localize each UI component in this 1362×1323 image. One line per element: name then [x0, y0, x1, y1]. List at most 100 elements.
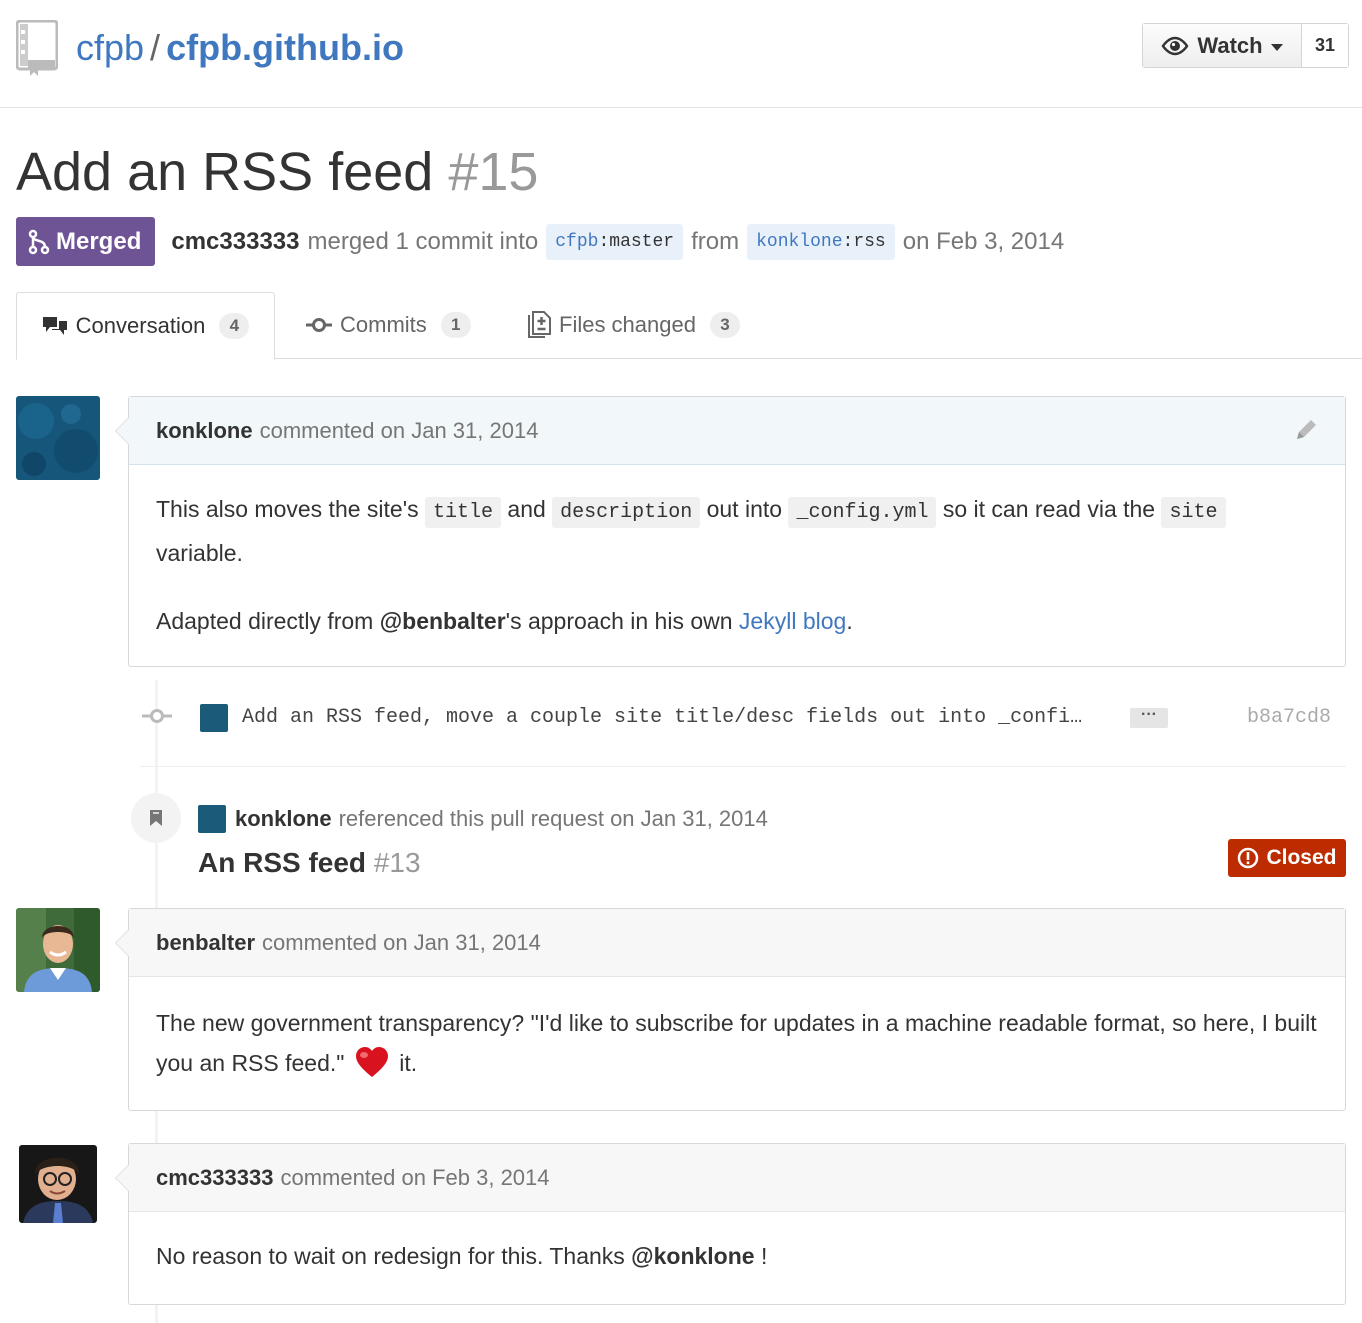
reference-action: referenced this pull request on Jan 31, … [338, 806, 768, 831]
heart-icon [355, 1046, 389, 1092]
git-commit-icon [306, 318, 332, 332]
comment-discussion-icon [42, 317, 67, 335]
repo-name-link[interactable]: cfpb.github.io [166, 27, 404, 68]
repo-title: cfpb / cfpb.github.io [76, 26, 404, 70]
tab-conversation-count: 4 [219, 313, 250, 339]
comment-paragraph: No reason to wait on redesign for this. … [156, 1236, 1318, 1276]
comment-paragraph: Adapted directly from @benbalter's appro… [156, 601, 1318, 641]
pr-title-text: Add an RSS feed [16, 142, 434, 202]
reference-event: konklone referenced this pull request on… [198, 805, 768, 833]
user-mention[interactable]: @konklone [631, 1243, 754, 1269]
text: No reason to wait on redesign for this. … [156, 1243, 625, 1269]
commit-expand-button[interactable]: ··· [1130, 707, 1168, 728]
chevron-down-icon [1270, 43, 1283, 51]
text: so it can read via the [942, 496, 1156, 522]
commit-message[interactable]: Add an RSS feed, move a couple site titl… [242, 704, 1128, 732]
text: The new government transparency? "I'd li… [156, 1010, 1317, 1076]
file-diff-icon [528, 311, 551, 338]
merged-by-link[interactable]: cmc333333 [171, 228, 299, 256]
watch-button[interactable]: Watch [1143, 24, 1302, 67]
repo-icon [15, 19, 59, 81]
comment-action: commented on Feb 3, 2014 [280, 1164, 550, 1190]
tab-files-changed[interactable]: Files changed 3 [527, 292, 740, 358]
repo-separator: / [150, 27, 161, 68]
avatar[interactable] [16, 396, 100, 480]
repo-owner-link[interactable]: cfpb [76, 27, 144, 68]
text: it. [399, 1050, 418, 1076]
text: . [846, 608, 853, 634]
avatar[interactable] [19, 1145, 97, 1223]
merged-label: Merged [56, 227, 142, 255]
referenced-issue-title: An RSS feed [198, 847, 367, 878]
text: variable. [156, 540, 243, 566]
git-commit-icon [142, 708, 172, 729]
comment-cmc333333: cmc333333 commented on Feb 3, 2014 No re… [115, 1143, 1346, 1305]
comment-header: benbalter commented on Jan 31, 2014 [115, 909, 1345, 977]
comment-action: commented on Jan 31, 2014 [262, 929, 541, 955]
comment-arrow [115, 417, 129, 445]
tab-files-count: 3 [709, 312, 740, 338]
code-title: title [425, 497, 502, 528]
comment-arrow [115, 929, 129, 957]
issue-closed-icon [1238, 847, 1259, 869]
eye-icon [1161, 36, 1189, 55]
text: and [507, 496, 546, 522]
from-text: from [691, 227, 740, 255]
code-description: description [552, 497, 701, 528]
watch-label: Watch [1197, 32, 1263, 58]
comment-paragraph: The new government transparency? "I'd li… [156, 1003, 1318, 1092]
git-merge-icon [28, 229, 50, 254]
user-mention[interactable]: @benbalter [380, 608, 506, 634]
jekyll-blog-link[interactable]: Jekyll blog [739, 608, 846, 634]
head-branch[interactable]: konklone:rss [747, 223, 895, 260]
comment-arrow [115, 1164, 129, 1192]
merged-state-badge: Merged [16, 217, 156, 266]
text: Adapted directly from [156, 608, 374, 634]
comment-header: konklone commented on Jan 31, 2014 [115, 397, 1345, 465]
bookmark-icon [131, 793, 181, 843]
watch-count[interactable]: 31 [1302, 24, 1348, 67]
pencil-icon[interactable] [1293, 417, 1319, 449]
tab-commits[interactable]: Commits 1 [306, 292, 471, 358]
commit-sha[interactable]: b8a7cd8 [1247, 704, 1331, 732]
comment-author[interactable]: konklone [156, 418, 253, 444]
tab-commits-count: 1 [440, 312, 471, 338]
referenced-issue-link[interactable]: An RSS feed #13 [198, 845, 421, 881]
comment-paragraph: This also moves the site's title and des… [156, 489, 1318, 573]
comment-header: cmc333333 commented on Feb 3, 2014 [115, 1144, 1345, 1212]
reference-author-avatar[interactable] [198, 805, 226, 833]
pr-meta: Merged cmc333333 merged 1 commit into cf… [16, 217, 1064, 266]
commit-author-avatar[interactable] [200, 704, 228, 732]
text: This also moves the site's [156, 496, 419, 522]
pr-title: Add an RSS feed #15 [16, 140, 538, 204]
tab-commits-label: Commits [340, 312, 427, 337]
repo-header: cfpb / cfpb.github.io Watch 31 [0, 0, 1362, 108]
base-branch-name: :master [598, 231, 675, 252]
tab-conversation-label: Conversation [75, 313, 206, 338]
merge-date: on Feb 3, 2014 [902, 227, 1065, 255]
text: out into [706, 496, 783, 522]
code-site: site [1161, 497, 1226, 528]
referenced-issue-number: #13 [373, 847, 421, 878]
comment-body: This also moves the site's title and des… [129, 465, 1345, 641]
comment-author[interactable]: cmc333333 [156, 1165, 273, 1191]
tab-files-label: Files changed [559, 312, 696, 337]
avatar[interactable] [16, 908, 100, 992]
base-owner: cfpb [555, 231, 599, 252]
comment-benbalter: benbalter commented on Jan 31, 2014 The … [115, 908, 1346, 1111]
watch-control: Watch 31 [1142, 23, 1349, 68]
commit-row: Add an RSS feed, move a couple site titl… [140, 700, 1346, 767]
pr-number: #15 [448, 142, 539, 202]
comment-body: The new government transparency? "I'd li… [129, 977, 1345, 1092]
comment-author[interactable]: benbalter [156, 930, 255, 956]
head-owner: konklone [756, 231, 843, 252]
code-config: _config.yml [788, 497, 937, 528]
pr-tabs: Conversation 4 Commits 1 Files changed 3 [16, 292, 1362, 360]
base-branch[interactable]: cfpb:master [546, 223, 684, 260]
head-branch-name: :rss [842, 231, 886, 252]
closed-label: Closed [1266, 846, 1337, 869]
merge-text: merged 1 commit into [307, 227, 539, 255]
comment-konklone: konklone commented on Jan 31, 2014 This … [115, 396, 1346, 667]
reference-author[interactable]: konklone [235, 806, 332, 832]
tab-conversation[interactable]: Conversation 4 [16, 292, 275, 360]
